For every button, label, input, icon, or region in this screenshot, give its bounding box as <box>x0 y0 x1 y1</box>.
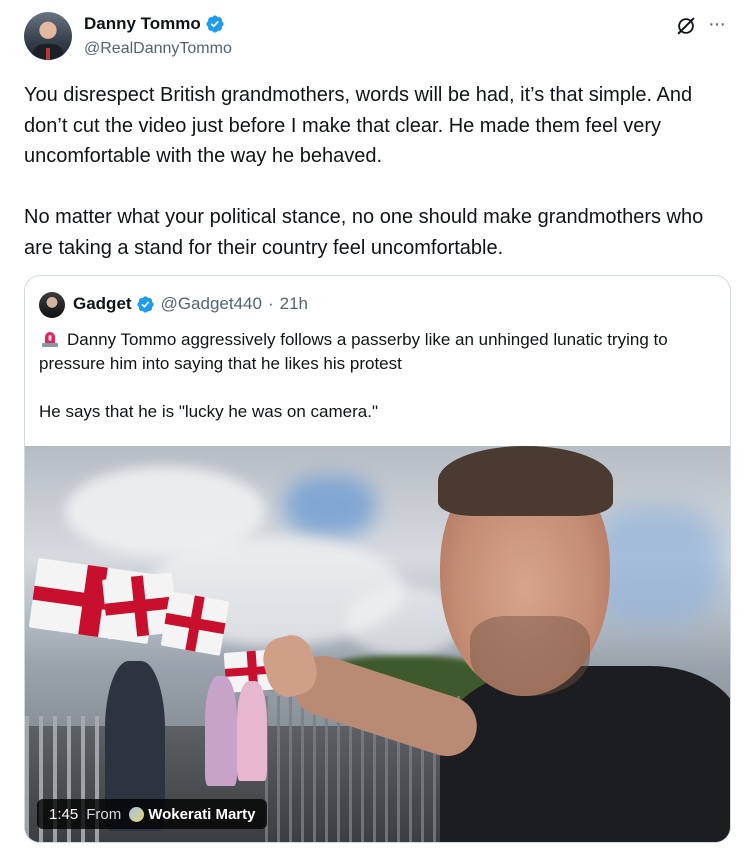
tweet-paragraph: You disrespect British grandmothers, wor… <box>24 84 693 167</box>
tweet: Danny Tommo @RealDannyTommo ··· You disr… <box>0 0 746 857</box>
video-subject <box>258 446 730 842</box>
meta-separator: · <box>267 294 274 313</box>
quote-text: Danny Tommo aggressively follows a passe… <box>39 328 719 424</box>
more-options-icon[interactable]: ··· <box>708 14 726 34</box>
video-duration: 1:45 <box>49 805 79 823</box>
quoted-tweet[interactable]: Gadget @Gadget440 · 21h Danny Tommo aggr… <box>24 275 731 843</box>
verified-badge-icon <box>206 15 224 33</box>
quote-author-handle[interactable]: @Gadget440 <box>161 294 262 314</box>
quote-paragraph: Danny Tommo aggressively follows a passe… <box>39 328 719 376</box>
quote-paragraph: He says that he is "lucky he was on came… <box>39 402 378 421</box>
author-display-name[interactable]: Danny Tommo <box>84 14 201 34</box>
grok-icon[interactable] <box>675 15 697 37</box>
quote-author-avatar[interactable] <box>39 292 65 318</box>
quote-author-row: Gadget @Gadget440 · 21h <box>73 294 308 314</box>
author-handle[interactable]: @RealDannyTommo <box>84 40 232 58</box>
rotating-light-icon <box>42 332 58 347</box>
quote-author-display-name[interactable]: Gadget <box>73 294 132 314</box>
video-source-name[interactable]: Wokerati Marty <box>148 806 255 823</box>
author-avatar[interactable] <box>24 12 72 60</box>
tweet-text: You disrespect British grandmothers, wor… <box>24 80 724 263</box>
tweet-paragraph: No matter what your political stance, no… <box>24 206 704 259</box>
video-from-label: From <box>86 805 122 823</box>
video-badge: 1:45 From Wokerati Marty <box>37 799 268 829</box>
video-player[interactable]: 1:45 From Wokerati Marty <box>25 446 730 842</box>
author-name-row: Danny Tommo <box>84 14 225 34</box>
quote-timestamp[interactable]: 21h <box>280 294 308 314</box>
video-source-avatar <box>129 806 145 822</box>
verified-badge-icon <box>136 295 154 313</box>
quote-paragraph-text: Danny Tommo aggressively follows a passe… <box>39 330 668 373</box>
